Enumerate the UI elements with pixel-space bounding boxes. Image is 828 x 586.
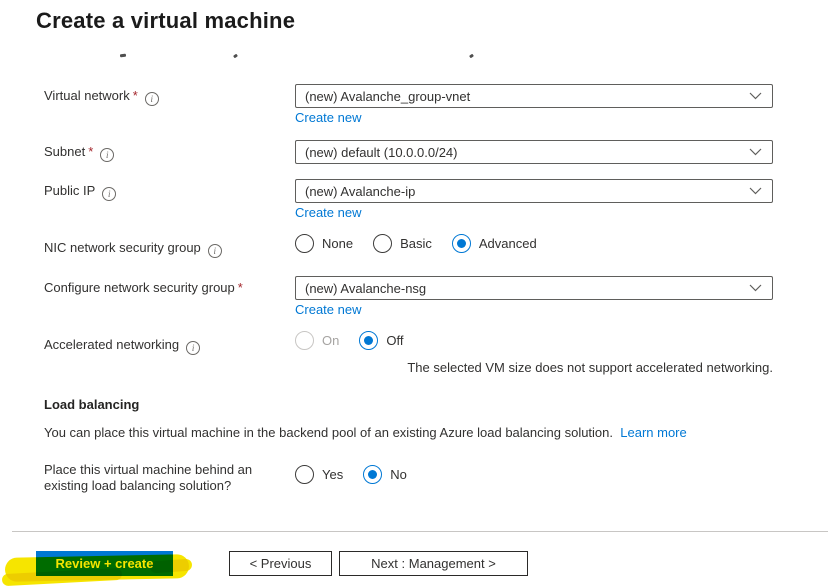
subnet-value: (new) default (10.0.0.0/24)	[305, 144, 458, 160]
configure-nsg-label: Configure network security group *	[44, 280, 243, 295]
radio-advanced[interactable]: Advanced	[451, 234, 537, 253]
learn-more-link[interactable]: Learn more	[620, 425, 686, 440]
required-asterisk: *	[237, 280, 243, 295]
accelerated-networking-radio-group: On Off	[295, 331, 423, 350]
load-balancing-description: You can place this virtual machine in th…	[44, 425, 687, 440]
create-vm-page: Create a virtual machine Virtual network…	[0, 0, 828, 586]
accelerated-networking-note: The selected VM size does not support ac…	[407, 360, 773, 375]
review-create-button[interactable]: Review + create	[36, 551, 173, 576]
info-icon[interactable]: i	[207, 244, 222, 258]
radio-on: On	[295, 331, 339, 350]
public-ip-value: (new) Avalanche-ip	[305, 183, 416, 199]
radio-circle[interactable]	[373, 234, 393, 253]
info-icon[interactable]: i	[144, 92, 159, 106]
accelerated-networking-label: Accelerated networking i	[44, 337, 201, 355]
virtual-network-value: (new) Avalanche_group-vnet	[305, 88, 471, 104]
nic-nsg-radio-group: None Basic Advanced	[295, 234, 557, 253]
virtual-network-create-new-link[interactable]: Create new	[295, 110, 361, 125]
load-balancing-radio-group: Yes No	[295, 465, 427, 484]
radio-basic[interactable]: Basic	[373, 234, 432, 253]
radio-circle[interactable]	[359, 331, 379, 350]
required-asterisk: *	[88, 144, 94, 159]
previous-button[interactable]: < Previous	[229, 551, 332, 576]
radio-no[interactable]: No	[363, 465, 407, 484]
radio-yes[interactable]: Yes	[295, 465, 343, 484]
public-ip-dropdown[interactable]: (new) Avalanche-ip	[295, 179, 773, 203]
radio-circle[interactable]	[451, 234, 471, 253]
load-balancing-heading: Load balancing	[44, 397, 140, 412]
info-icon[interactable]: i	[100, 148, 115, 162]
subnet-dropdown[interactable]: (new) default (10.0.0.0/24)	[295, 140, 773, 164]
footer-divider	[12, 531, 828, 532]
chevron-down-icon	[749, 148, 762, 156]
configure-nsg-value: (new) Avalanche-nsg	[305, 280, 427, 296]
clipped-text-remnant	[233, 53, 238, 59]
required-asterisk: *	[132, 88, 138, 103]
clipped-text-remnant	[119, 53, 127, 58]
info-icon[interactable]: i	[186, 341, 201, 355]
public-ip-create-new-link[interactable]: Create new	[295, 205, 361, 220]
public-ip-label: Public IP i	[44, 183, 117, 201]
virtual-network-dropdown[interactable]: (new) Avalanche_group-vnet	[295, 84, 773, 108]
subnet-label: Subnet * i	[44, 144, 115, 162]
chevron-down-icon	[749, 187, 762, 195]
configure-nsg-create-new-link[interactable]: Create new	[295, 302, 361, 317]
next-management-button[interactable]: Next : Management >	[339, 551, 528, 576]
radio-circle	[295, 331, 314, 350]
load-balancing-question-label: Place this virtual machine behind an exis…	[44, 462, 253, 493]
virtual-network-label: Virtual network * i	[44, 88, 159, 106]
radio-circle[interactable]	[363, 465, 383, 484]
info-icon[interactable]: i	[102, 187, 117, 201]
page-title: Create a virtual machine	[36, 8, 296, 33]
chevron-down-icon	[749, 92, 762, 100]
radio-off[interactable]: Off	[359, 331, 403, 350]
radio-circle[interactable]	[295, 234, 314, 253]
clipped-text-remnant	[469, 53, 474, 59]
radio-circle[interactable]	[295, 465, 314, 484]
radio-none[interactable]: None	[295, 234, 353, 253]
nic-nsg-label: NIC network security group i	[44, 240, 222, 258]
configure-nsg-dropdown[interactable]: (new) Avalanche-nsg	[295, 276, 773, 300]
chevron-down-icon	[749, 284, 762, 292]
